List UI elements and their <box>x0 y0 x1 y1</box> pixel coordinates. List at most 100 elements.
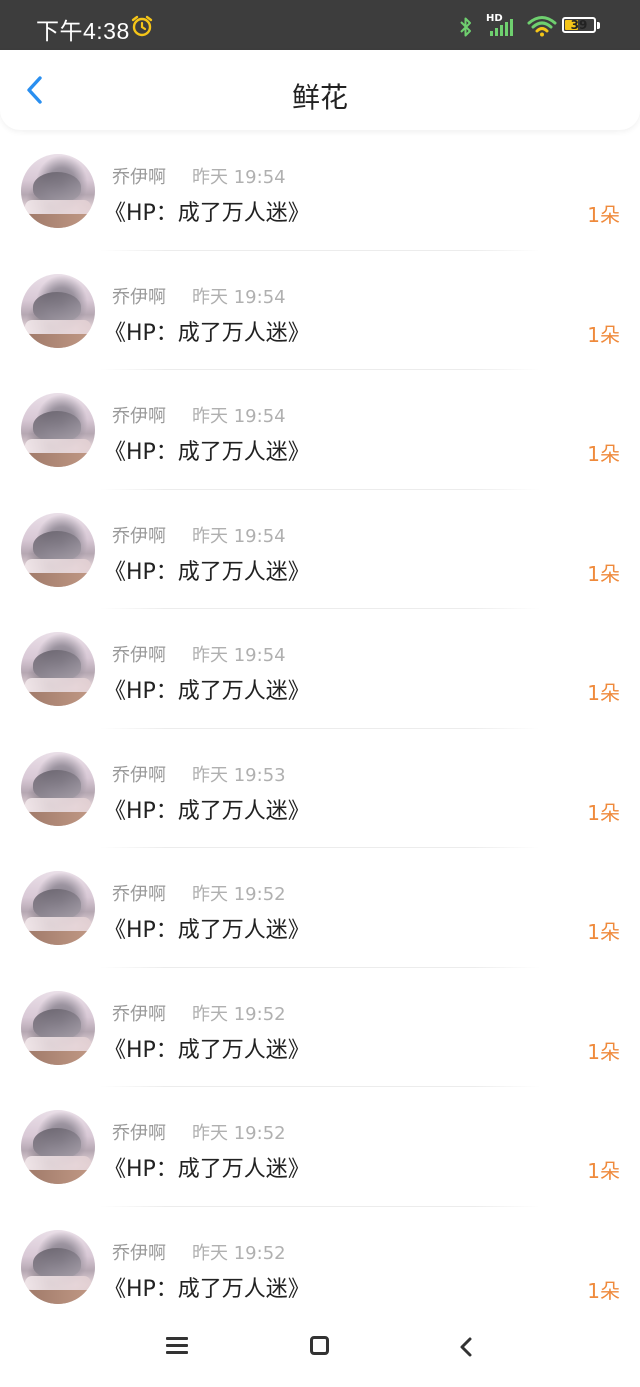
send-time: 昨天 19:52 <box>192 1123 286 1144</box>
sender-name[interactable]: 乔伊啊 <box>112 522 166 548</box>
avatar-arm <box>25 439 91 453</box>
avatar-desk <box>21 931 95 945</box>
book-title[interactable]: 《HP：成了万人迷》 <box>104 1151 310 1183</box>
list-item[interactable]: 乔伊啊 昨天 19:54 《HP：成了万人迷》 1朵 <box>0 131 640 251</box>
avatar[interactable] <box>21 512 95 587</box>
list-item[interactable]: 乔伊啊 昨天 19:53 《HP：成了万人迷》 1朵 <box>0 729 640 848</box>
battery-tip <box>597 22 600 29</box>
sender-name[interactable]: 乔伊啊 <box>112 761 166 787</box>
send-time: 昨天 19:54 <box>192 406 286 427</box>
flower-count: 1朵 <box>587 1159 620 1183</box>
avatar-hair <box>33 530 81 561</box>
avatar-hair <box>33 650 81 680</box>
avatar-arm <box>25 558 91 573</box>
sender-name[interactable]: 乔伊啊 <box>112 641 166 667</box>
list-item[interactable]: 乔伊啊 昨天 19:52 《HP：成了万人迷》 1朵 <box>0 1087 640 1207</box>
avatar-arm <box>25 678 91 692</box>
signal-icon <box>486 14 514 42</box>
avatar-hair <box>33 1008 81 1039</box>
battery-icon: 39 <box>562 17 596 33</box>
book-title[interactable]: 《HP：成了万人迷》 <box>104 1032 310 1064</box>
avatar-arm <box>25 797 91 812</box>
avatar[interactable] <box>21 1229 95 1304</box>
avatar[interactable] <box>21 990 95 1065</box>
flower-count: 1朵 <box>587 681 620 705</box>
page-title: 鲜花 <box>291 81 348 114</box>
status-time: 下午4:38 <box>36 18 130 44</box>
screen: 下午4:38 HD 39 鲜花 乔伊啊 昨天 19:54 《HP：成了万人迷》 … <box>0 0 640 1387</box>
avatar[interactable] <box>21 871 95 945</box>
send-time: 昨天 19:52 <box>192 1003 286 1025</box>
sender-name[interactable]: 乔伊啊 <box>112 880 166 906</box>
menu-icon[interactable] <box>166 1337 188 1355</box>
flower-count: 1朵 <box>587 920 620 944</box>
book-title[interactable]: 《HP：成了万人迷》 <box>104 673 310 705</box>
avatar-hair <box>33 172 81 202</box>
book-title[interactable]: 《HP：成了万人迷》 <box>104 793 310 825</box>
avatar-hair <box>33 1128 81 1158</box>
flower-count: 1朵 <box>587 442 620 466</box>
avatar-desk <box>21 811 95 826</box>
list-item[interactable]: 乔伊啊 昨天 19:52 《HP：成了万人迷》 1朵 <box>0 968 640 1087</box>
sender-name[interactable]: 乔伊啊 <box>112 402 166 428</box>
flower-count: 1朵 <box>587 1039 620 1064</box>
avatar-arm <box>25 200 91 214</box>
avatar[interactable] <box>21 393 95 467</box>
avatar[interactable] <box>21 632 95 706</box>
book-title[interactable]: 《HP：成了万人迷》 <box>104 315 310 347</box>
avatar-desk <box>21 333 95 348</box>
avatar-hair <box>33 291 81 322</box>
avatar-hair <box>33 1247 81 1278</box>
avatar-arm <box>25 917 91 931</box>
avatar-hair <box>33 769 81 800</box>
back-icon[interactable] <box>456 1335 476 1363</box>
sender-name[interactable]: 乔伊啊 <box>112 1000 166 1026</box>
avatar-hair <box>33 411 81 441</box>
alarm-icon <box>130 14 154 42</box>
flower-count: 1朵 <box>587 561 620 586</box>
send-time: 昨天 19:53 <box>192 764 286 786</box>
avatar-arm <box>25 319 91 334</box>
wifi-icon <box>527 15 557 41</box>
book-title[interactable]: 《HP：成了万人迷》 <box>104 434 310 466</box>
sender-name[interactable]: 乔伊啊 <box>112 1239 166 1265</box>
book-title[interactable]: 《HP：成了万人迷》 <box>104 195 310 227</box>
status-bar: 下午4:38 HD 39 <box>0 0 640 50</box>
book-title[interactable]: 《HP：成了万人迷》 <box>104 912 310 944</box>
avatar[interactable] <box>21 154 95 228</box>
send-time: 昨天 19:54 <box>192 525 286 547</box>
avatar-desk <box>21 1050 95 1065</box>
header: 鲜花 <box>0 50 640 130</box>
send-time: 昨天 19:54 <box>192 645 286 666</box>
flower-list: 乔伊啊 昨天 19:54 《HP：成了万人迷》 1朵 乔伊啊 昨天 19:54 《HP：成了… <box>0 131 640 1326</box>
avatar-desk <box>21 1170 95 1184</box>
avatar-arm <box>25 1036 91 1051</box>
flower-count: 1朵 <box>587 203 620 227</box>
list-item[interactable]: 乔伊啊 昨天 19:54 《HP：成了万人迷》 1朵 <box>0 370 640 490</box>
list-item[interactable]: 乔伊啊 昨天 19:54 《HP：成了万人迷》 1朵 <box>0 609 640 729</box>
avatar-arm <box>25 1275 91 1290</box>
sender-name[interactable]: 乔伊啊 <box>112 163 166 189</box>
list-item[interactable]: 乔伊啊 昨天 19:54 《HP：成了万人迷》 1朵 <box>0 490 640 609</box>
book-title[interactable]: 《HP：成了万人迷》 <box>104 1271 310 1303</box>
avatar[interactable] <box>21 273 95 348</box>
avatar-desk <box>21 214 95 228</box>
bluetooth-icon <box>458 16 474 42</box>
send-time: 昨天 19:54 <box>192 167 286 188</box>
sender-name[interactable]: 乔伊啊 <box>112 1119 166 1145</box>
send-time: 昨天 19:54 <box>192 286 286 308</box>
flower-count: 1朵 <box>587 322 620 347</box>
avatar[interactable] <box>21 751 95 826</box>
navigation-bar <box>0 1305 640 1387</box>
send-time: 昨天 19:52 <box>192 1242 286 1264</box>
list-item[interactable]: 乔伊啊 昨天 19:54 《HP：成了万人迷》 1朵 <box>0 251 640 370</box>
avatar-desk <box>21 1289 95 1304</box>
send-time: 昨天 19:52 <box>192 884 286 905</box>
list-item[interactable]: 乔伊啊 昨天 19:52 《HP：成了万人迷》 1朵 <box>0 848 640 968</box>
sender-name[interactable]: 乔伊啊 <box>112 283 166 309</box>
avatar-hair <box>33 889 81 919</box>
book-title[interactable]: 《HP：成了万人迷》 <box>104 554 310 586</box>
home-icon[interactable] <box>310 1336 329 1355</box>
flower-count: 1朵 <box>587 1278 620 1303</box>
avatar[interactable] <box>21 1110 95 1184</box>
